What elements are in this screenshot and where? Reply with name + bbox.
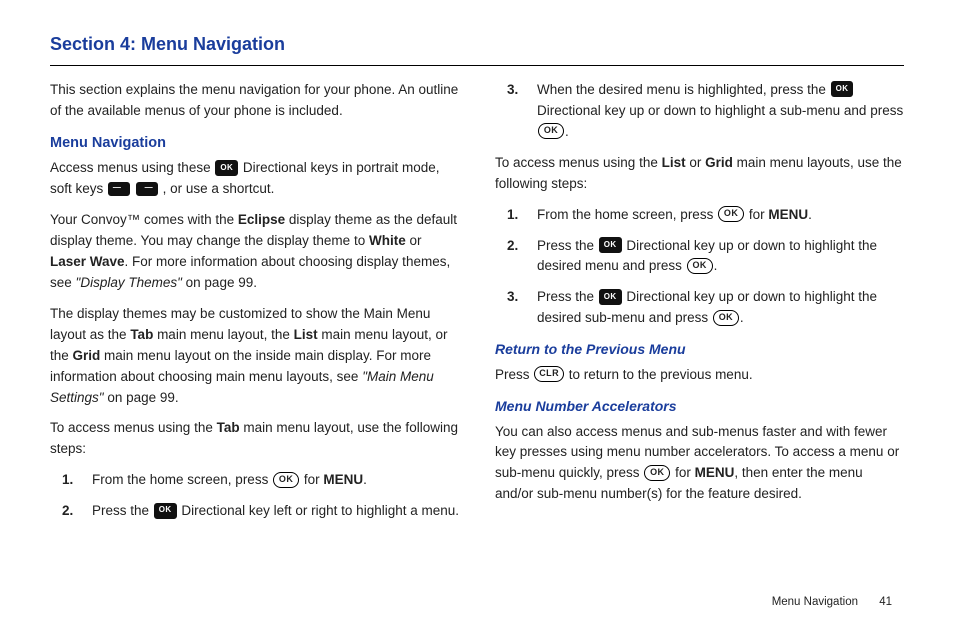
intro-paragraph: This section explains the menu navigatio… — [50, 80, 459, 122]
ok-key-icon: OK — [687, 258, 713, 274]
directional-key-icon: OK — [215, 160, 238, 176]
right-softkey-icon: — — [136, 182, 158, 196]
return-heading: Return to the Previous Menu — [495, 339, 904, 361]
tab-intro-paragraph: To access menus using the Tab main menu … — [50, 418, 459, 460]
tab-steps-cont: 3. When the desired menu is highlighted,… — [495, 80, 904, 143]
ok-key-icon: OK — [273, 472, 299, 488]
left-softkey-icon: — — [108, 182, 130, 196]
menu-navigation-heading: Menu Navigation — [50, 132, 459, 154]
ok-key-icon: OK — [538, 123, 564, 139]
two-column-layout: This section explains the menu navigatio… — [50, 80, 904, 532]
cross-ref: "Display Themes" — [76, 275, 182, 290]
ok-key-icon: OK — [644, 465, 670, 481]
directional-key-icon: OK — [154, 503, 177, 519]
theme-paragraph: Your Convoy™ comes with the Eclipse disp… — [50, 210, 459, 294]
listgrid-intro-paragraph: To access menus using the List or Grid m… — [495, 153, 904, 195]
list-item: 3. When the desired menu is highlighted,… — [495, 80, 904, 143]
list-item: 1. From the home screen, press OK for ME… — [50, 470, 459, 491]
tab-steps: 1. From the home screen, press OK for ME… — [50, 470, 459, 522]
layouts-paragraph: The display themes may be customized to … — [50, 304, 459, 409]
footer-label: Menu Navigation — [772, 596, 858, 608]
clr-key-icon: CLR — [534, 366, 564, 382]
list-item: 3. Press the OK Directional key up or do… — [495, 287, 904, 329]
list-item: 2. Press the OK Directional key left or … — [50, 501, 459, 522]
list-item: 2. Press the OK Directional key up or do… — [495, 236, 904, 278]
section-title: Section 4: Menu Navigation — [50, 34, 904, 55]
ok-key-icon: OK — [718, 206, 744, 222]
access-paragraph: Access menus using these OK Directional … — [50, 158, 459, 200]
list-item: 1. From the home screen, press OK for ME… — [495, 205, 904, 226]
directional-key-icon: OK — [599, 289, 622, 305]
right-column: 3. When the desired menu is highlighted,… — [495, 80, 904, 532]
accelerators-heading: Menu Number Accelerators — [495, 396, 904, 418]
left-column: This section explains the menu navigatio… — [50, 80, 459, 532]
directional-key-icon: OK — [599, 237, 622, 253]
page-number: 41 — [879, 596, 892, 608]
ok-key-icon: OK — [713, 310, 739, 326]
accelerators-paragraph: You can also access menus and sub-menus … — [495, 422, 904, 506]
return-paragraph: Press CLR to return to the previous menu… — [495, 365, 904, 386]
divider — [50, 65, 904, 66]
listgrid-steps: 1. From the home screen, press OK for ME… — [495, 205, 904, 330]
page-footer: Menu Navigation 41 — [772, 596, 892, 608]
directional-key-icon: OK — [831, 81, 854, 97]
